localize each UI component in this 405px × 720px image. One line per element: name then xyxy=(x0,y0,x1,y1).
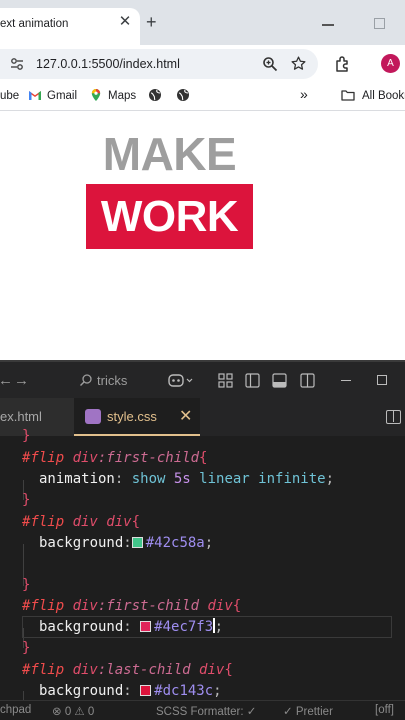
gmail-icon xyxy=(29,91,41,100)
browser-tab-strip: ext animation ✕ + xyxy=(0,0,405,45)
css-file-icon xyxy=(85,409,101,424)
tab-style-css[interactable]: style.css ✕ xyxy=(74,398,200,436)
bookmarks-bar: ube Gmail Maps » All Bookm xyxy=(0,83,405,111)
new-tab-button[interactable]: + xyxy=(146,12,157,32)
folder-icon xyxy=(341,90,355,101)
tab-title: ext animation xyxy=(0,18,69,30)
editor-tab-bar: ex.html style.css ✕ xyxy=(0,398,405,436)
vscode-title-bar: ← → tricks xyxy=(0,360,405,398)
status-bar: chpad ⊗ 0 ⚠ 0 SCSS Formatter: ✓ ✓ Pretti… xyxy=(0,700,405,720)
code-line: } xyxy=(22,640,31,656)
profile-avatar[interactable]: A xyxy=(381,54,400,73)
browser-toolbar: 127.0.0.1:5500/index.html A xyxy=(0,45,405,83)
code-line: #flip div:first-child div{ xyxy=(22,598,242,614)
code-line: #flip div div{ xyxy=(22,514,141,530)
color-swatch[interactable] xyxy=(140,621,152,632)
site-info-icon[interactable] xyxy=(9,56,25,72)
address-bar[interactable]: 127.0.0.1:5500/index.html xyxy=(0,49,318,79)
flip-word-box: WORK xyxy=(86,184,253,249)
bookmark-star-icon[interactable] xyxy=(290,55,307,72)
headline-work: WORK xyxy=(100,192,239,241)
maximize-icon[interactable] xyxy=(374,18,385,29)
tab-label: style.css xyxy=(107,409,157,424)
status-left[interactable]: chpad xyxy=(0,704,31,716)
vscode-minimize-icon[interactable] xyxy=(341,380,351,382)
split-editor-icon[interactable] xyxy=(386,410,401,424)
url-text[interactable]: 127.0.0.1:5500/index.html xyxy=(36,57,180,71)
browser-tab[interactable]: ext animation ✕ xyxy=(0,8,140,45)
all-bookmarks-button[interactable]: All Bookm xyxy=(362,89,405,103)
bookmark-youtube[interactable]: ube xyxy=(0,89,19,103)
command-center-search[interactable]: tricks xyxy=(75,370,155,392)
page-viewport: MAKE WORK xyxy=(0,112,405,360)
customize-layout-icon[interactable] xyxy=(218,373,233,388)
code-line: } xyxy=(22,492,31,508)
problems-indicator[interactable]: ⊗ 0 ⚠ 0 xyxy=(52,704,94,718)
headline-make: MAKE xyxy=(102,128,237,180)
bookmark-maps[interactable]: Maps xyxy=(108,89,136,103)
color-swatch[interactable] xyxy=(140,685,152,696)
prettier-status[interactable]: ✓ Prettier xyxy=(283,704,333,718)
code-line: background: #dc143c; xyxy=(39,683,222,699)
code-line: #flip div:last-child div{ xyxy=(22,662,233,678)
globe-icon[interactable] xyxy=(176,88,190,102)
color-swatch[interactable] xyxy=(131,537,143,548)
bookmarks-overflow-button[interactable]: » xyxy=(300,87,308,101)
vscode-window: ← → tricks ex.html style.css ✕} #flip d… xyxy=(0,360,405,720)
search-text: tricks xyxy=(97,373,128,388)
scss-formatter-status[interactable]: SCSS Formatter: ✓ xyxy=(156,704,256,718)
indent-guide xyxy=(23,691,24,700)
globe-icon[interactable] xyxy=(148,88,162,102)
zoom-icon[interactable] xyxy=(262,56,278,72)
search-icon xyxy=(80,374,92,386)
minimize-icon[interactable] xyxy=(322,24,334,26)
code-line: animation: show 5s linear infinite; xyxy=(39,471,335,487)
tab-label: ex.html xyxy=(0,409,42,424)
bookmark-gmail[interactable]: Gmail xyxy=(47,89,77,103)
code-line: } xyxy=(22,428,31,444)
toggle-secondary-sidebar-icon[interactable] xyxy=(300,373,315,388)
code-line: } xyxy=(22,577,31,593)
tab-close-icon[interactable]: ✕ xyxy=(117,14,133,30)
forward-arrow-icon[interactable]: → xyxy=(14,372,29,389)
close-tab-icon[interactable]: ✕ xyxy=(179,406,192,426)
off-status[interactable]: [off] xyxy=(375,704,394,716)
code-line: #flip div:first-child{ xyxy=(22,450,208,466)
back-arrow-icon[interactable]: ← xyxy=(0,372,13,389)
code-line: background: #4ec7f3; xyxy=(39,618,224,635)
toggle-sidebar-icon[interactable] xyxy=(245,373,260,388)
tab-index-html[interactable]: ex.html xyxy=(0,398,74,436)
code-line: background: #42c58a; xyxy=(39,535,214,551)
copilot-icon[interactable] xyxy=(168,373,194,388)
maps-icon xyxy=(91,89,101,101)
extensions-icon[interactable] xyxy=(334,55,352,73)
code-editor[interactable]: } #flip div:first-child{ animation: show… xyxy=(0,428,405,700)
vscode-maximize-icon[interactable] xyxy=(377,375,387,385)
toggle-panel-icon[interactable] xyxy=(272,373,287,388)
